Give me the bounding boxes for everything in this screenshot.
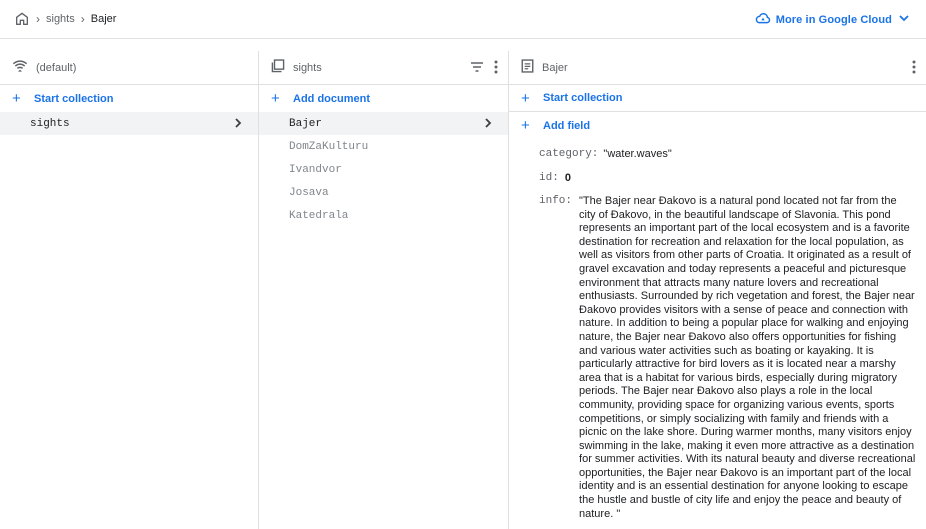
more-in-google-cloud-label: More in Google Cloud bbox=[775, 13, 892, 26]
field-value: "water.waves" bbox=[603, 148, 672, 160]
start-subcollection-button[interactable]: + Start collection bbox=[509, 85, 926, 112]
more-vert-icon[interactable] bbox=[494, 60, 498, 77]
document-item-label: DomZaKulturu bbox=[289, 140, 369, 153]
chevron-right-icon: › bbox=[36, 12, 40, 26]
field-info[interactable]: info: "The Bajer near Đakovo is a natura… bbox=[509, 195, 926, 521]
chevron-down-icon bbox=[898, 13, 910, 26]
document-item-bajer[interactable]: Bajer bbox=[259, 112, 508, 135]
more-vert-icon[interactable] bbox=[912, 60, 916, 77]
document-panel-header: Bajer bbox=[509, 51, 926, 85]
document-panel: Bajer + Start collection + Add field cat… bbox=[509, 51, 926, 529]
root-panel: (default) + Start collection sights bbox=[0, 51, 259, 529]
document-item-label: Ivandvor bbox=[289, 163, 342, 176]
top-bar: › sights › Bajer More in Google Cloud bbox=[0, 0, 926, 39]
collection-item-label: sights bbox=[30, 117, 70, 130]
collection-panel: sights + Add document Bajer DomZaKulturu… bbox=[259, 51, 509, 529]
collection-panel-title: sights bbox=[293, 61, 322, 74]
add-field-button[interactable]: + Add field bbox=[509, 112, 926, 139]
add-field-label: Add field bbox=[543, 119, 591, 132]
add-document-button[interactable]: + Add document bbox=[259, 85, 508, 112]
breadcrumb-bajer[interactable]: Bajer bbox=[91, 13, 117, 25]
plus-icon: + bbox=[12, 90, 21, 107]
home-icon[interactable] bbox=[14, 11, 30, 27]
document-item-label: Bajer bbox=[289, 117, 323, 130]
more-in-google-cloud-button[interactable]: More in Google Cloud bbox=[755, 0, 910, 39]
collection-icon bbox=[271, 59, 285, 76]
add-document-label: Add document bbox=[293, 92, 370, 105]
field-key: id: bbox=[539, 172, 559, 184]
root-panel-header: (default) bbox=[0, 51, 258, 85]
chevron-right-icon: › bbox=[80, 12, 85, 26]
start-collection-label: Start collection bbox=[34, 92, 114, 105]
field-key: category: bbox=[539, 148, 599, 160]
start-collection-button[interactable]: + Start collection bbox=[0, 85, 258, 112]
field-value: 0 bbox=[564, 172, 571, 184]
document-item-label: Katedrala bbox=[289, 209, 349, 222]
cloud-icon bbox=[755, 12, 771, 27]
start-subcollection-label: Start collection bbox=[543, 92, 623, 104]
document-icon bbox=[521, 59, 534, 76]
root-panel-title: (default) bbox=[36, 61, 77, 74]
field-key: info: bbox=[539, 195, 573, 207]
plus-icon: + bbox=[521, 117, 530, 134]
collection-panel-header: sights bbox=[259, 51, 508, 85]
field-id[interactable]: id: 0 bbox=[509, 169, 926, 187]
document-item-ivandvor[interactable]: Ivandvor bbox=[259, 158, 508, 181]
chevron-right-icon bbox=[232, 116, 244, 134]
field-category[interactable]: category: "water.waves" bbox=[509, 145, 926, 163]
document-item-label: Josava bbox=[289, 186, 329, 199]
document-item-domzakulturu[interactable]: DomZaKulturu bbox=[259, 135, 508, 158]
database-icon bbox=[12, 59, 28, 76]
chevron-right-icon bbox=[482, 116, 494, 134]
filter-icon[interactable] bbox=[470, 61, 484, 76]
plus-icon: + bbox=[521, 89, 530, 107]
breadcrumb-sights[interactable]: sights bbox=[46, 13, 75, 25]
document-item-katedrala[interactable]: Katedrala bbox=[259, 204, 508, 227]
collection-item-sights[interactable]: sights bbox=[0, 112, 258, 135]
field-value: "The Bajer near Đakovo is a natural pond… bbox=[579, 195, 916, 520]
document-panel-title: Bajer bbox=[542, 61, 568, 74]
document-item-josava[interactable]: Josava bbox=[259, 181, 508, 204]
plus-icon: + bbox=[271, 90, 280, 107]
